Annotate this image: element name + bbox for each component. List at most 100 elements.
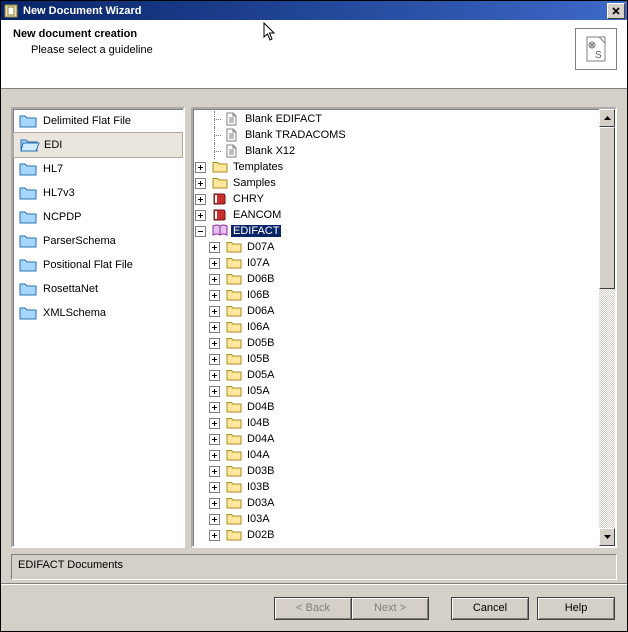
tree-item[interactable]: D04A	[195, 431, 597, 447]
expand-icon[interactable]	[209, 482, 220, 493]
tree-item[interactable]: I07A	[195, 255, 597, 271]
tree-item[interactable]: I05B	[195, 351, 597, 367]
expand-icon[interactable]	[209, 242, 220, 253]
category-item[interactable]: NCPDP	[13, 205, 183, 229]
tree-label: I05A	[245, 385, 272, 397]
category-label: EDI	[44, 139, 62, 151]
folder-icon	[19, 281, 39, 297]
tree-item[interactable]: D06B	[195, 271, 597, 287]
expand-icon[interactable]	[209, 338, 220, 349]
tree-label: I07A	[245, 257, 272, 269]
help-button[interactable]: Help	[537, 597, 615, 620]
category-item[interactable]: Positional Flat File	[13, 253, 183, 277]
expand-icon[interactable]	[209, 514, 220, 525]
tree-item[interactable]: Blank TRADACOMS	[195, 127, 597, 143]
cancel-button[interactable]: Cancel	[451, 597, 529, 620]
header-title: New document creation	[13, 28, 575, 40]
expand-icon[interactable]	[209, 434, 220, 445]
scroll-down-button[interactable]	[599, 528, 615, 546]
folder-icon	[226, 352, 242, 366]
category-item[interactable]: HL7v3	[13, 181, 183, 205]
tree-item[interactable]: D02B	[195, 527, 597, 543]
tree-item[interactable]: Templates	[195, 159, 597, 175]
category-item[interactable]: RosettaNet	[13, 277, 183, 301]
category-item[interactable]: EDI	[13, 132, 183, 158]
tree-item[interactable]: I03A	[195, 511, 597, 527]
doc-icon	[224, 128, 240, 142]
expand-icon[interactable]	[209, 530, 220, 541]
tree-item[interactable]: Blank X12	[195, 143, 597, 159]
tree-label: D04B	[245, 401, 277, 413]
expand-icon[interactable]	[209, 322, 220, 333]
tree-item[interactable]: D04B	[195, 399, 597, 415]
expand-icon[interactable]	[209, 258, 220, 269]
tree-item[interactable]: D05B	[195, 335, 597, 351]
expand-icon[interactable]	[195, 178, 206, 189]
folder-icon	[226, 416, 242, 430]
tree-label: D05B	[245, 337, 277, 349]
scroll-up-button[interactable]	[599, 109, 615, 127]
folder-icon	[19, 233, 39, 249]
window-title: New Document Wizard	[23, 5, 607, 17]
scrollbar-thumb[interactable]	[599, 127, 615, 289]
expand-icon[interactable]	[209, 498, 220, 509]
category-label: NCPDP	[43, 211, 82, 223]
tree-item[interactable]: I03B	[195, 479, 597, 495]
tree-item[interactable]: D03A	[195, 495, 597, 511]
category-item[interactable]: Delimited Flat File	[13, 109, 183, 133]
next-button[interactable]: Next >	[351, 597, 429, 620]
tree-item[interactable]: D07A	[195, 239, 597, 255]
expand-icon[interactable]	[209, 370, 220, 381]
tree-item[interactable]: I04B	[195, 415, 597, 431]
wizard-header: New document creation Please select a gu…	[1, 20, 627, 89]
tree-item[interactable]: EANCOM	[195, 207, 597, 223]
expand-icon[interactable]	[209, 290, 220, 301]
expand-icon[interactable]	[209, 466, 220, 477]
folder-icon	[19, 113, 39, 129]
expand-icon[interactable]	[209, 402, 220, 413]
folder-icon	[19, 161, 39, 177]
tree-item[interactable]: I06B	[195, 287, 597, 303]
expand-icon[interactable]	[209, 418, 220, 429]
category-label: RosettaNet	[43, 283, 98, 295]
scrollbar-track[interactable]	[599, 127, 615, 528]
folder-icon	[19, 305, 39, 321]
expand-icon[interactable]	[209, 306, 220, 317]
expand-icon[interactable]	[195, 162, 206, 173]
book-icon	[212, 192, 228, 206]
tree-item[interactable]: CHRY	[195, 191, 597, 207]
vertical-scrollbar[interactable]	[599, 109, 615, 546]
category-item[interactable]: XMLSchema	[13, 301, 183, 325]
close-button[interactable]	[607, 3, 625, 19]
tree-item[interactable]: Blank EDIFACT	[195, 111, 597, 127]
collapse-icon[interactable]	[195, 226, 206, 237]
tree-item[interactable]: I05A	[195, 383, 597, 399]
tree-item[interactable]: D03B	[195, 463, 597, 479]
tree-label: D06A	[245, 305, 277, 317]
folder-icon	[212, 160, 228, 174]
category-item[interactable]: HL7	[13, 157, 183, 181]
expand-icon[interactable]	[195, 210, 206, 221]
tree-item[interactable]: EDIFACT	[195, 223, 597, 239]
tree-item[interactable]: D06A	[195, 303, 597, 319]
tree-label: I03A	[245, 513, 272, 525]
tree-label: Blank X12	[243, 145, 297, 157]
header-glyph-icon: S	[575, 28, 617, 70]
category-list[interactable]: Delimited Flat File EDI HL7 HL7v3 NCPDP …	[11, 107, 185, 548]
expand-icon[interactable]	[209, 386, 220, 397]
category-item[interactable]: ParserSchema	[13, 229, 183, 253]
tree-item[interactable]: D05A	[195, 367, 597, 383]
tree-item[interactable]: Samples	[195, 175, 597, 191]
expand-icon[interactable]	[195, 194, 206, 205]
folder-icon	[226, 272, 242, 286]
expand-icon[interactable]	[209, 450, 220, 461]
tree-label: I06A	[245, 321, 272, 333]
folder-icon	[226, 464, 242, 478]
tree-item[interactable]: I04A	[195, 447, 597, 463]
tree-label: I05B	[245, 353, 272, 365]
back-button[interactable]: < Back	[274, 597, 352, 620]
expand-icon[interactable]	[209, 354, 220, 365]
guideline-tree[interactable]: Blank EDIFACT Blank TRADACOMS Blank X12 …	[193, 109, 599, 546]
tree-item[interactable]: I06A	[195, 319, 597, 335]
expand-icon[interactable]	[209, 274, 220, 285]
